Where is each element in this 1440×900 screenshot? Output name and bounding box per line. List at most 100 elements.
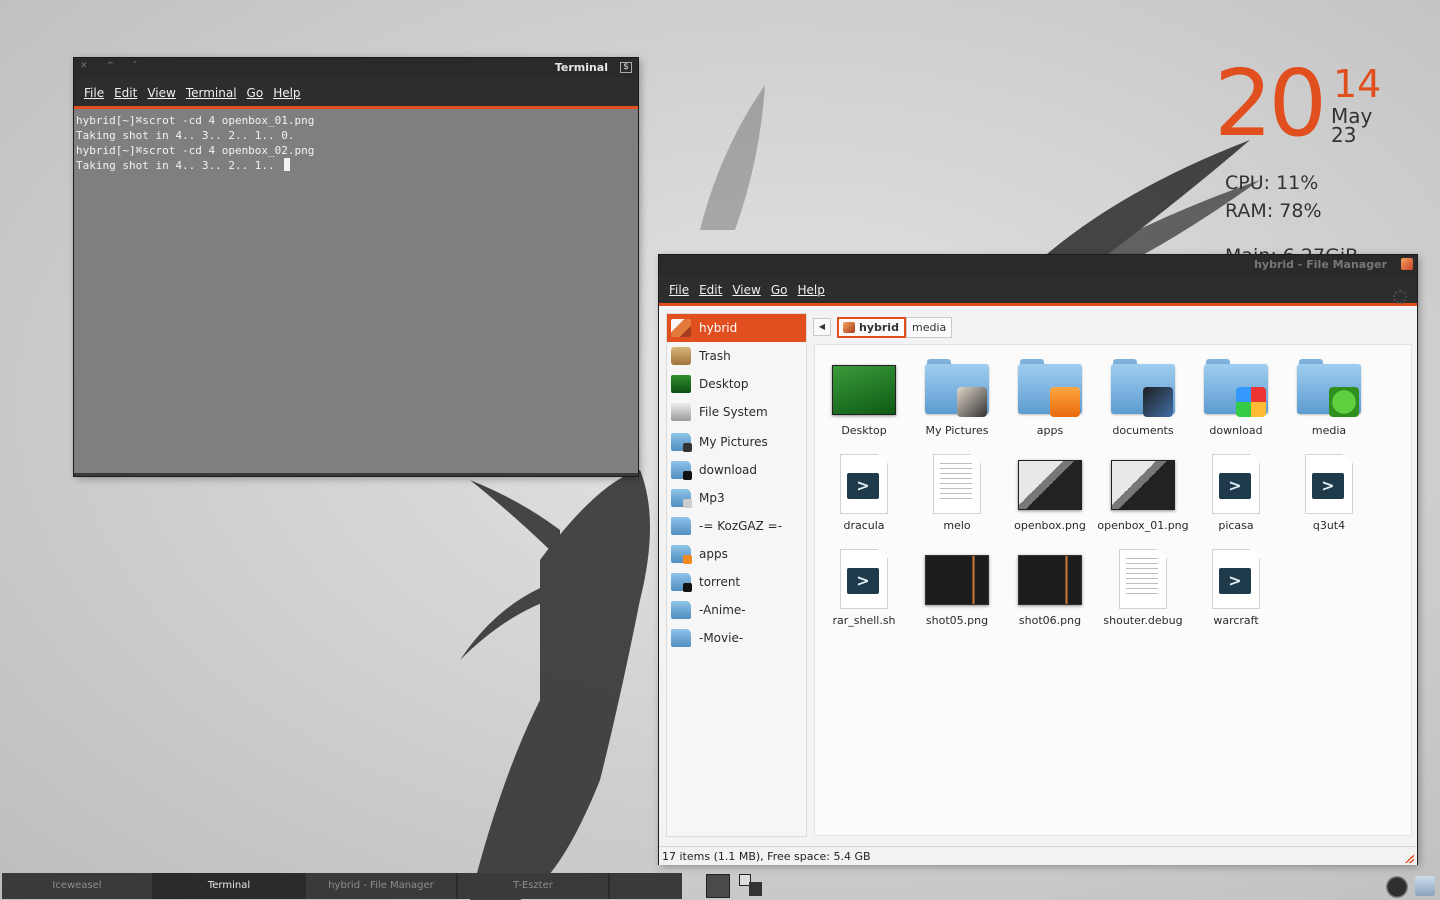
file-item-warcraft[interactable]: > warcraft <box>1190 541 1282 633</box>
menu-file[interactable]: File <box>84 86 104 100</box>
menu-edit[interactable]: Edit <box>114 86 137 100</box>
file-item-shot06-png[interactable]: shot06.png <box>1004 541 1096 633</box>
file-item-rar-shell[interactable]: > rar_shell.sh <box>818 541 910 633</box>
file-icon-view[interactable]: Desktop My Pictures apps documents downl… <box>814 344 1412 836</box>
task-terminal[interactable]: Terminal <box>154 873 306 899</box>
fm-title: hybrid - File Manager <box>1254 258 1387 271</box>
file-item-melo[interactable]: melo <box>911 446 1003 538</box>
desktop-icon <box>671 375 691 393</box>
menu-view[interactable]: View <box>147 86 175 100</box>
file-item-label: shot06.png <box>1018 614 1082 627</box>
trash-icon <box>671 347 691 365</box>
desktop-pager-2[interactable] <box>739 874 763 898</box>
network-tray-icon[interactable] <box>1386 876 1408 898</box>
file-item-my-pictures[interactable]: My Pictures <box>911 351 1003 443</box>
sidebar-item-apps[interactable]: apps <box>667 540 806 568</box>
menu-terminal[interactable]: Terminal <box>186 86 237 100</box>
folder-icon <box>1111 359 1175 417</box>
home-icon <box>671 319 691 337</box>
file-item-picasa[interactable]: > picasa <box>1190 446 1282 538</box>
sidebar-item-download[interactable]: download <box>667 456 806 484</box>
script-file-icon: > <box>840 549 888 609</box>
terminal-line-text: Taking shot in 4.. 3.. 2.. 1.. <box>76 159 282 172</box>
sidebar-item-label: Desktop <box>699 377 749 391</box>
taskbar: Iceweasel Terminal hybrid - File Manager… <box>0 872 682 900</box>
file-item-label: q3ut4 <box>1312 519 1346 532</box>
menu-file[interactable]: File <box>669 283 689 297</box>
sidebar-item-movie[interactable]: -Movie- <box>667 624 806 652</box>
camera-emblem-icon <box>683 443 692 452</box>
file-item-label: My Pictures <box>925 424 989 437</box>
resize-grip-icon[interactable] <box>1404 853 1414 863</box>
task-t-eszter[interactable]: T-Eszter <box>458 873 610 899</box>
file-item-shot05-png[interactable]: shot05.png <box>911 541 1003 633</box>
file-item-label: shouter.debug <box>1103 614 1183 627</box>
sidebar-item-kozgaz[interactable]: -= KozGAZ =- <box>667 512 806 540</box>
script-file-icon: > <box>1212 549 1260 609</box>
file-item-documents[interactable]: documents <box>1097 351 1189 443</box>
path-crumb-label: hybrid <box>859 321 899 334</box>
terminal-line: hybrid[~]⌘scrot -cd 4 openbox_02.png <box>76 144 315 157</box>
menu-go[interactable]: Go <box>247 86 264 100</box>
sidebar-item-label: apps <box>699 547 728 561</box>
sidebar-item-mp3[interactable]: Mp3 <box>667 484 806 512</box>
fm-statusbar: 17 items (1.1 MB), Free space: 5.4 GB <box>659 846 1417 865</box>
file-item-label: Desktop <box>841 424 887 437</box>
menu-edit[interactable]: Edit <box>699 283 722 297</box>
menu-help[interactable]: Help <box>797 283 824 297</box>
fm-titlebar[interactable]: hybrid - File Manager <box>659 255 1417 275</box>
file-item-openbox-01-png[interactable]: openbox_01.png <box>1097 446 1189 538</box>
desktop-pager-1[interactable] <box>706 874 730 898</box>
path-back-button[interactable]: ◀ <box>813 318 831 336</box>
file-item-q3ut4[interactable]: > q3ut4 <box>1283 446 1375 538</box>
terminal-bottom-border <box>74 473 638 476</box>
apps-emblem-icon <box>683 555 692 564</box>
conky-widget: 20 14 May 23 CPU: 11% RAM: 78% Main: 6.2… <box>1210 50 1410 268</box>
file-item-apps[interactable]: apps <box>1004 351 1096 443</box>
sidebar-item-label: -Anime- <box>699 603 746 617</box>
menu-help[interactable]: Help <box>273 86 300 100</box>
file-item-media[interactable]: media <box>1283 351 1375 443</box>
sidebar-item-hybrid[interactable]: hybrid <box>667 314 806 342</box>
file-item-openbox-png[interactable]: openbox.png <box>1004 446 1096 538</box>
sidebar-item-anime[interactable]: -Anime- <box>667 596 806 624</box>
file-item-label: openbox.png <box>1014 519 1086 532</box>
sidebar-item-torrent[interactable]: torrent <box>667 568 806 596</box>
file-item-label: melo <box>943 519 971 532</box>
file-item-download[interactable]: download <box>1190 351 1282 443</box>
folder-icon <box>671 545 692 564</box>
clock-tray-icon[interactable] <box>1415 876 1435 896</box>
path-crumb-hybrid[interactable]: hybrid <box>837 317 906 338</box>
file-item-shouter-debug[interactable]: shouter.debug <box>1097 541 1189 633</box>
file-manager-window[interactable]: hybrid - File Manager File Edit View Go Help… <box>659 255 1417 865</box>
sidebar-item-label: File System <box>699 405 768 419</box>
fm-app-icon <box>1401 258 1413 270</box>
menu-go[interactable]: Go <box>771 283 788 297</box>
sidebar-item-label: hybrid <box>699 321 738 335</box>
path-crumb-media[interactable]: media <box>906 317 953 338</box>
text-cursor <box>284 158 291 171</box>
terminal-output[interactable]: hybrid[~]⌘scrot -cd 4 openbox_01.png Tak… <box>74 109 638 475</box>
date-day: 20 <box>1214 50 1327 157</box>
text-file-icon <box>1119 549 1167 609</box>
terminal-window[interactable]: ✕ ^ ˅ Terminal $ File Edit View Terminal Go H… <box>74 58 638 476</box>
desktop-thumbnail-icon <box>832 365 896 415</box>
sidebar-item-desktop[interactable]: Desktop <box>667 370 806 398</box>
taskbar-empty-area <box>610 873 682 899</box>
fm-menubar: File Edit View Go Help <box>659 275 1417 306</box>
music-emblem-icon <box>683 499 692 508</box>
sidebar-item-label: Trash <box>699 349 731 363</box>
terminal-titlebar[interactable]: ✕ ^ ˅ Terminal $ <box>74 58 638 78</box>
file-item-desktop[interactable]: Desktop <box>818 351 910 443</box>
task-file-manager[interactable]: hybrid - File Manager <box>306 873 458 899</box>
menu-view[interactable]: View <box>732 283 760 297</box>
sidebar-item-file-system[interactable]: File System <box>667 398 806 426</box>
folder-icon <box>671 629 691 647</box>
sidebar-item-trash[interactable]: Trash <box>667 342 806 370</box>
sidebar-item-my-pictures[interactable]: My Pictures <box>667 428 806 456</box>
script-file-icon: > <box>840 454 888 514</box>
file-item-dracula[interactable]: > dracula <box>818 446 910 538</box>
window-controls[interactable]: ✕ ^ ˅ <box>80 61 145 71</box>
file-item-label: rar_shell.sh <box>832 614 896 627</box>
task-iceweasel[interactable]: Iceweasel <box>2 873 154 899</box>
